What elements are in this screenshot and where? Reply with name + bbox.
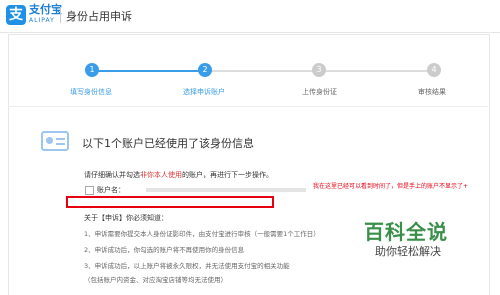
step-2-node: 2 <box>198 63 212 77</box>
instruction-highlight: 非你本人使用 <box>140 171 182 179</box>
account-name-label: 账户名： <box>97 186 125 194</box>
watermark-subtitle: 助你轻松解决 <box>375 245 441 258</box>
step-3-node: 3 <box>312 63 326 77</box>
step-3-label: 上传身份证 <box>302 88 337 96</box>
step-4-node: 4 <box>427 63 441 77</box>
note-1: 1、申诉需要你提交本人身份证影印件，由支付宝进行审核（一般需要1个工作日） <box>84 230 320 238</box>
instruction-text: 请仔细确认并勾选非你本人使用的账户，再进行下一步操作。 <box>84 170 273 180</box>
step-1-label: 填写身份信息 <box>70 88 112 96</box>
note-4: （包括账户内资金、对应淘宝店铺等均无法使用） <box>84 276 227 284</box>
section-title: 以下1个账户已经使用了该身份信息 <box>82 137 254 150</box>
account-name-redacted <box>146 188 306 192</box>
section-divider <box>8 106 488 107</box>
id-card-icon <box>41 131 69 151</box>
annotation-text: 我在这里已经可以看到时间了，但是手上的账户不显示了+ <box>313 183 469 190</box>
step-2-label: 选择申诉账户 <box>183 88 225 96</box>
watermark-title: 百科全说 <box>364 220 448 244</box>
instruction-prefix: 请仔细确认并勾选 <box>84 171 140 179</box>
highlight-box <box>66 196 274 208</box>
account-checkbox[interactable] <box>85 186 94 195</box>
step-1-node: 1 <box>85 63 99 77</box>
instruction-suffix: 的账户，再进行下一步操作。 <box>182 171 273 179</box>
progress-steps: 1 2 3 4 填写身份信息 选择申诉账户 上传身份证 审核结果 <box>0 0 500 100</box>
note-2: 2、申诉成功后，你勾选的账户将不再使用你的身份信息 <box>84 246 245 254</box>
about-heading: 关于【申诉】你必须知道： <box>84 214 168 222</box>
note-3: 3、申诉成功后，以上账户将被永久限权，并无法使用支付宝的相关功能 <box>84 262 290 270</box>
progress-track-completed <box>92 70 205 72</box>
step-4-label: 审核结果 <box>418 88 446 96</box>
